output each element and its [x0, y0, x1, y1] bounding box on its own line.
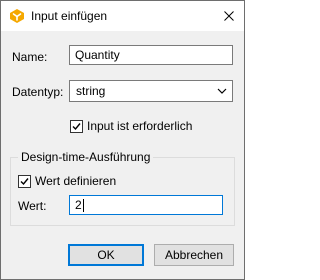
cancel-button[interactable]: Abbrechen [154, 244, 234, 266]
define-value-checkbox[interactable] [18, 174, 31, 188]
close-icon [224, 11, 234, 21]
define-value-label: Wert definieren [35, 174, 117, 188]
datatype-select[interactable]: string [69, 80, 233, 102]
chevron-down-icon [217, 88, 227, 94]
altova-logo-icon [10, 9, 24, 23]
required-label: Input ist erforderlich [87, 119, 193, 133]
title-bar[interactable]: Input einfügen [1, 1, 244, 31]
insert-input-dialog: Input einfügen Name: Datentyp: string In… [0, 0, 245, 280]
design-time-group [10, 157, 235, 226]
datatype-selected-value: string [76, 84, 106, 98]
design-time-group-title: Design-time-Ausführung [18, 150, 154, 164]
required-option[interactable]: Input ist erforderlich [70, 118, 192, 134]
value-input[interactable]: 2 [69, 195, 223, 215]
required-checkbox[interactable] [70, 119, 83, 133]
value-text: 2 [75, 198, 82, 212]
close-button[interactable] [214, 1, 244, 31]
name-input[interactable] [69, 45, 233, 65]
define-value-option[interactable]: Wert definieren [18, 173, 116, 189]
checkmark-icon [20, 177, 29, 185]
datatype-label: Datentyp: [12, 85, 64, 99]
value-label: Wert: [18, 199, 47, 213]
checkmark-icon [72, 122, 81, 130]
window-title: Input einfügen [31, 9, 108, 23]
ok-button[interactable]: OK [68, 244, 144, 266]
text-cursor [82, 199, 84, 213]
name-label: Name: [12, 50, 48, 64]
